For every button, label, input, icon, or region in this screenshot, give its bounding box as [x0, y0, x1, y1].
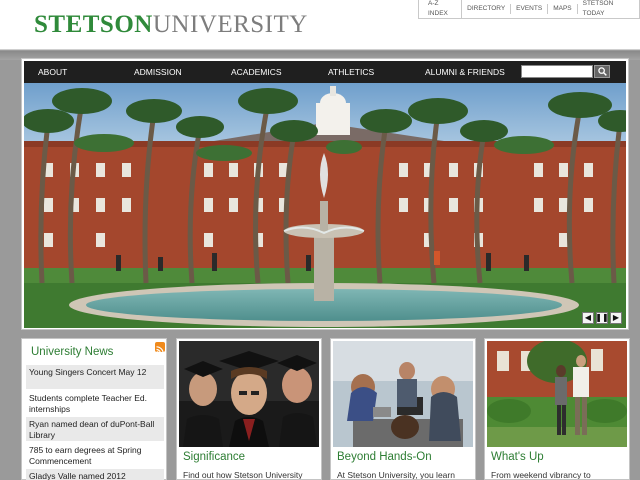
- search-icon: [597, 67, 607, 76]
- news-item[interactable]: Students complete Teacher Ed. internship…: [26, 391, 164, 415]
- utility-link-directory[interactable]: DIRECTORY: [462, 4, 512, 14]
- nav-item-alumni-friends[interactable]: ALUMNI & FRIENDS: [425, 61, 505, 83]
- card-title: What's Up: [491, 451, 544, 463]
- utility-link-az-index[interactable]: A-Z INDEX: [423, 0, 463, 19]
- campus-illustration: [24, 83, 626, 328]
- card-text: From weekend vibrancy to: [491, 470, 591, 480]
- news-item[interactable]: Ryan named dean of duPont-Ball Library: [26, 417, 164, 441]
- rss-icon[interactable]: [155, 342, 165, 354]
- campus-walk-photo: [487, 341, 627, 447]
- card-text: Find out how Stetson University: [183, 470, 303, 480]
- card-beyond-hands-on[interactable]: Beyond Hands-On At Stetson University, y…: [330, 338, 476, 480]
- nav-item-admission[interactable]: ADMISSION: [134, 61, 182, 83]
- nav-item-athletics[interactable]: ATHLETICS: [328, 61, 374, 83]
- hero-campus-photo: [24, 83, 626, 328]
- nav-item-about[interactable]: ABOUT: [38, 61, 67, 83]
- utility-link-maps[interactable]: MAPS: [548, 4, 578, 14]
- students-lab-photo: [333, 341, 473, 447]
- news-item[interactable]: Young Singers Concert May 12: [26, 365, 164, 389]
- slideshow-pause-button[interactable]: ❚❚: [595, 312, 609, 324]
- logo-secondary: UNIVERSITY: [152, 11, 308, 38]
- card-text: At Stetson University, you learn: [337, 470, 455, 480]
- nav-item-academics[interactable]: ACADEMICS: [231, 61, 282, 83]
- news-title: University News: [31, 346, 114, 358]
- slideshow-prev-button[interactable]: ◀: [582, 312, 594, 324]
- card-whats-up[interactable]: What's Up From weekend vibrancy to: [484, 338, 630, 480]
- search-input[interactable]: [521, 65, 593, 78]
- logo-primary: STETSON: [34, 11, 153, 38]
- card-title: Significance: [183, 451, 246, 463]
- graduates-photo: [179, 341, 319, 447]
- card-title: Beyond Hands-On: [337, 451, 432, 463]
- news-item[interactable]: 785 to earn degrees at Spring Commenceme…: [26, 443, 164, 467]
- slideshow-next-button[interactable]: ▶: [610, 312, 622, 324]
- utility-nav: A-Z INDEX DIRECTORY EVENTS MAPS STETSON …: [418, 0, 640, 19]
- search-button[interactable]: [594, 65, 610, 78]
- card-significance[interactable]: Significance Find out how Stetson Univer…: [176, 338, 322, 480]
- university-logo[interactable]: STETSONUNIVERSITY: [34, 11, 308, 39]
- news-item[interactable]: Gladys Valle named 2012: [26, 469, 164, 480]
- utility-link-stetson-today[interactable]: STETSON TODAY: [578, 0, 635, 19]
- site-header: STETSONUNIVERSITY A-Z INDEX DIRECTORY EV…: [0, 0, 640, 50]
- utility-link-events[interactable]: EVENTS: [511, 4, 549, 14]
- rss-glyph-icon: [156, 346, 164, 354]
- university-news-panel: University News Young Singers Concert Ma…: [21, 338, 167, 480]
